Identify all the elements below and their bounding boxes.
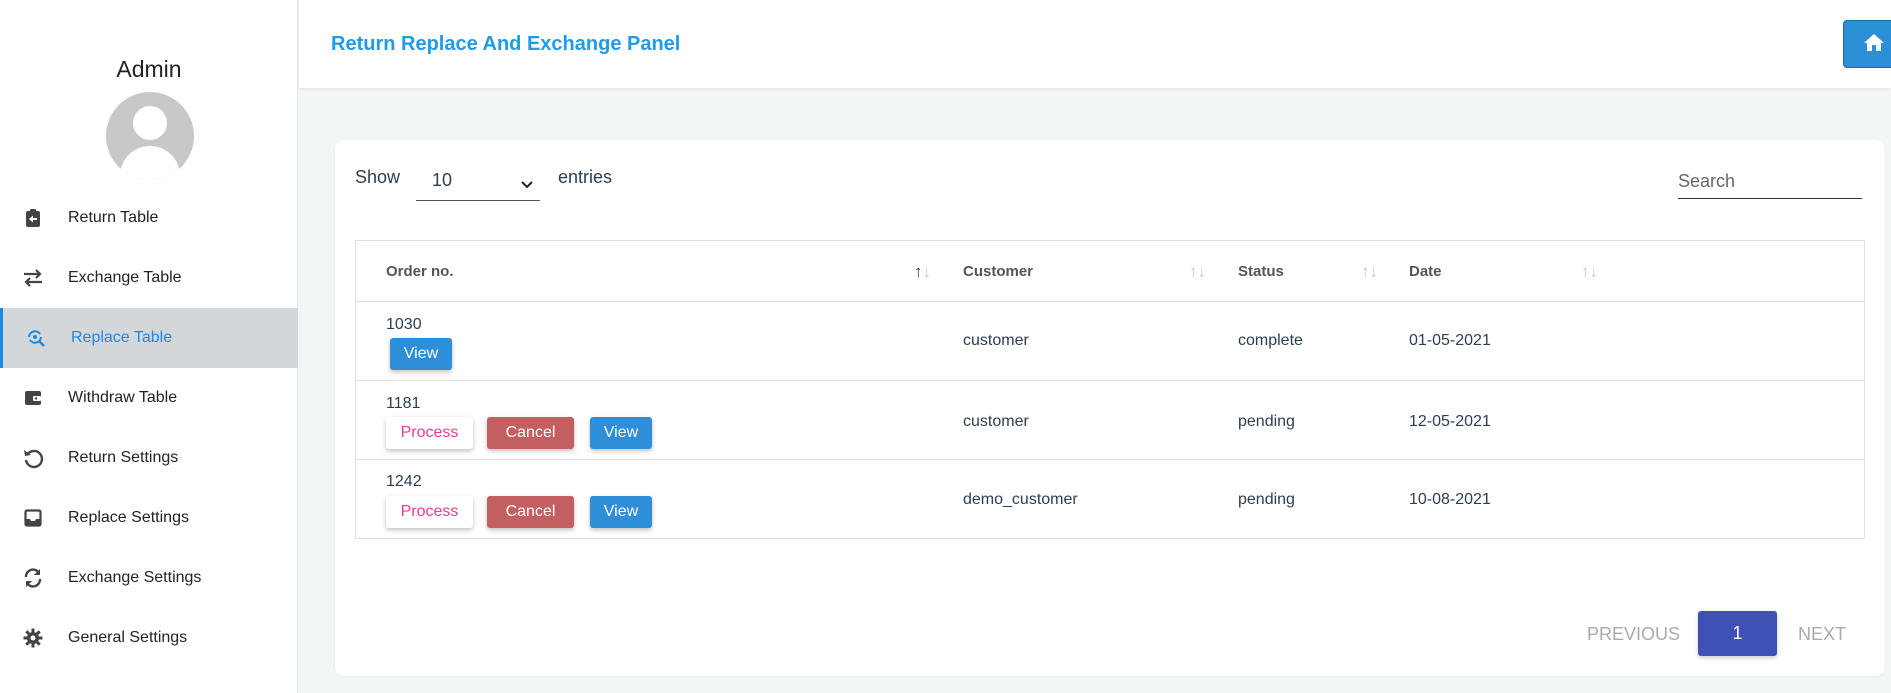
sort-icon: ↑ ↓ (1189, 262, 1206, 281)
sidebar-item-label: Return Table (68, 209, 159, 226)
table-row: 1242 Process Cancel View demo_customer p… (356, 460, 1864, 538)
order-no: 1030 (386, 316, 422, 333)
sidebar-item-label: Exchange Settings (68, 569, 202, 586)
swap-arrows-icon (22, 267, 44, 289)
entries-select[interactable]: 10 (416, 164, 540, 201)
page-1-button[interactable]: 1 (1698, 611, 1777, 656)
next-page-button[interactable]: NEXT (1798, 624, 1846, 645)
order-no: 1242 (386, 473, 422, 490)
clipboard-return-icon (22, 207, 44, 229)
table-card: Show 10 entries Order no. ↑↓ Customer ↑↓… (335, 140, 1885, 676)
sort-icon: ↑ ↓ (914, 262, 931, 281)
customer-cell: demo_customer (963, 491, 1078, 508)
replace-search-icon (25, 327, 47, 349)
sidebar-item-replace-settings[interactable]: Replace Settings (0, 488, 298, 548)
view-button[interactable]: View (590, 417, 652, 449)
gear-icon (22, 627, 44, 649)
sidebar-item-return-settings[interactable]: Return Settings (0, 428, 298, 488)
home-button[interactable] (1843, 20, 1891, 68)
undo-icon (22, 447, 44, 469)
customer-cell: customer (963, 332, 1029, 349)
entries-select-value: 10 (432, 170, 453, 190)
column-header-date[interactable]: Date (1409, 241, 1589, 301)
view-button[interactable]: View (590, 496, 652, 528)
refresh-icon (22, 567, 44, 589)
status-cell: pending (1238, 491, 1295, 508)
customer-cell: customer (963, 413, 1029, 430)
sidebar-item-label: Replace Settings (68, 509, 189, 526)
column-header-customer[interactable]: Customer (963, 241, 1223, 301)
sidebar-item-withdraw-table[interactable]: Withdraw Table (0, 368, 298, 428)
admin-name: Admin (116, 56, 182, 82)
sidebar-item-label: Exchange Table (68, 269, 182, 286)
sidebar-item-general-settings[interactable]: General Settings (0, 608, 298, 668)
sidebar-item-return-table[interactable]: Return Table (0, 188, 298, 248)
sidebar-item-label: Return Settings (68, 449, 179, 466)
chevron-down-icon (520, 174, 534, 195)
sidebar-nav: Return Table Exchange Table Replace Tabl… (0, 188, 298, 668)
table-row: 1030 View customer complete 01-05-2021 (356, 302, 1864, 381)
search-input[interactable] (1678, 164, 1862, 199)
sidebar: Admin Return Table Exchange Table Replac… (0, 0, 298, 693)
order-no: 1181 (386, 395, 421, 412)
sidebar-item-replace-table[interactable]: Replace Table (0, 308, 298, 368)
previous-page-button[interactable]: PREVIOUS (1587, 624, 1680, 645)
sidebar-item-label: Withdraw Table (68, 389, 178, 406)
home-icon (1863, 32, 1885, 57)
table-header: Order no. ↑ ↓ Customer ↑ ↓ Status ↑ ↓ Date … (356, 241, 1864, 302)
sidebar-item-exchange-settings[interactable]: Exchange Settings (0, 548, 298, 608)
top-header: Return Replace And Exchange Panel (299, 0, 1891, 88)
data-table: Order no. ↑ ↓ Customer ↑ ↓ Status ↑ ↓ Date … (355, 240, 1865, 539)
wallet-icon (22, 387, 44, 409)
inbox-icon (22, 507, 44, 529)
sort-icon: ↑ ↓ (1361, 262, 1378, 281)
view-button[interactable]: View (390, 338, 452, 370)
status-cell: pending (1238, 413, 1295, 430)
show-label: Show (355, 167, 401, 187)
sidebar-item-label: General Settings (68, 629, 188, 646)
date-cell: 10-08-2021 (1409, 491, 1491, 508)
date-cell: 01-05-2021 (1409, 332, 1491, 349)
sidebar-item-label: Replace Table (71, 329, 173, 346)
process-button[interactable]: Process (386, 496, 473, 528)
column-header-order-no[interactable]: Order no. (386, 241, 946, 301)
sort-icon: ↑ ↓ (1581, 262, 1598, 281)
process-button[interactable]: Process (386, 417, 473, 449)
sidebar-item-exchange-table[interactable]: Exchange Table (0, 248, 298, 308)
avatar (106, 92, 194, 180)
page-title: Return Replace And Exchange Panel (331, 33, 681, 55)
date-cell: 12-05-2021 (1409, 413, 1491, 430)
cancel-button[interactable]: Cancel (487, 496, 574, 528)
status-cell: complete (1238, 332, 1303, 349)
cancel-button[interactable]: Cancel (487, 417, 574, 449)
entries-label: entries (558, 167, 613, 187)
table-row: 1181 Process Cancel View customer pendin… (356, 381, 1864, 460)
